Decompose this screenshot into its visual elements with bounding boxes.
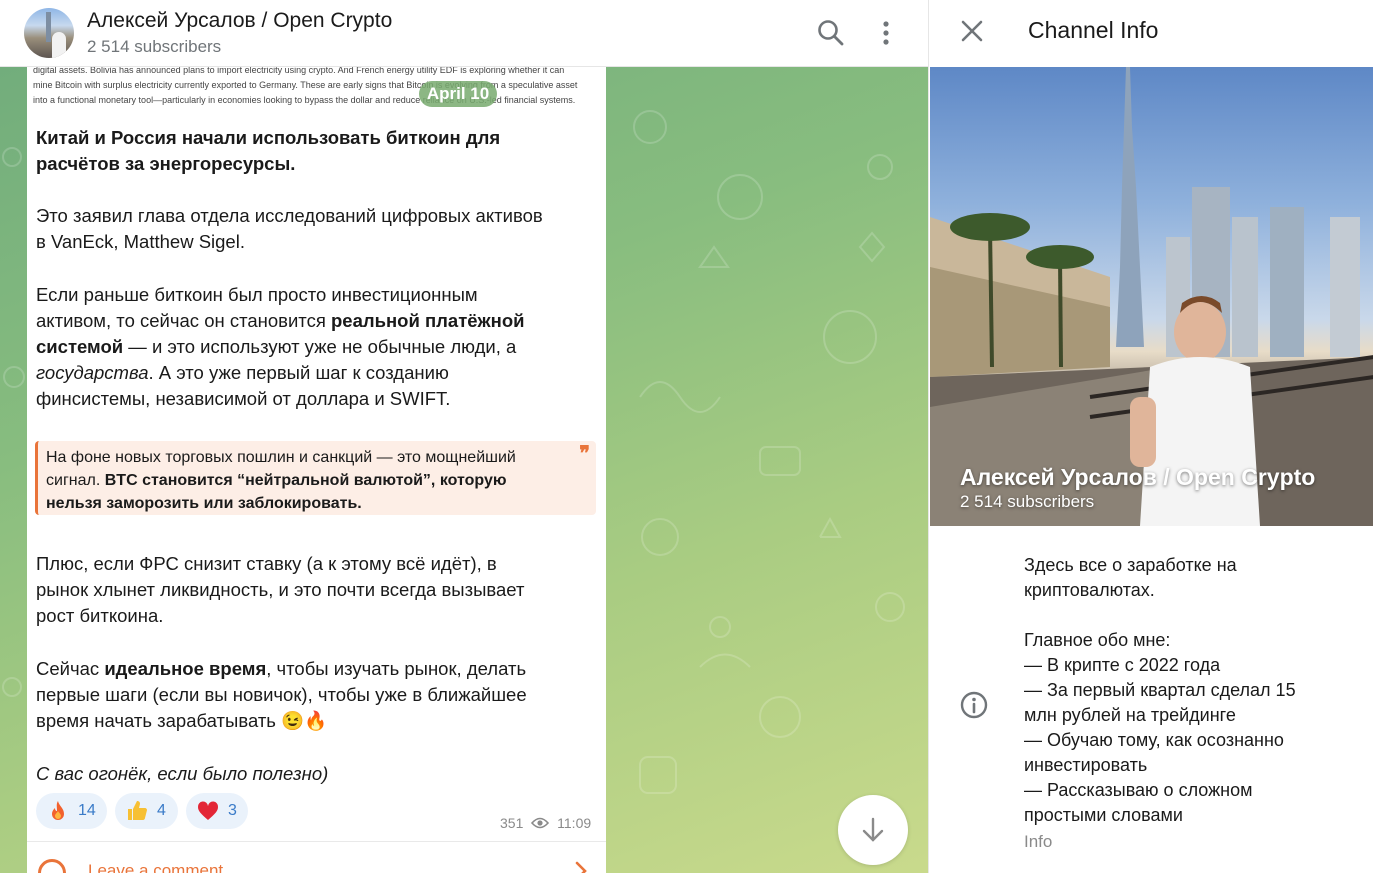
post-headline: Китай и Россия начали использовать битко… (36, 127, 501, 174)
views-count: 351 (500, 815, 524, 831)
more-vertical-icon[interactable] (870, 17, 902, 49)
post-closing: С вас огонёк, если было полезно) (36, 763, 329, 784)
quote-icon: ❞ (579, 443, 590, 465)
post-meta: 351 11:09 (500, 815, 591, 831)
scroll-down-button[interactable] (838, 795, 908, 865)
date-badge: April 10 (419, 81, 497, 107)
info-label: Info (1024, 832, 1053, 851)
eye-icon (531, 817, 550, 829)
info-icon (960, 691, 988, 719)
search-icon[interactable] (815, 17, 847, 49)
reaction-thumbs-up[interactable]: 4 (115, 793, 178, 829)
comment-divider (27, 841, 606, 842)
channel-title[interactable]: Алексей Урсалов / Open Crypto (87, 9, 392, 33)
channel-post: digital assets. Bolivia has announced pl… (27, 67, 606, 873)
post-paragraph-3: Плюс, если ФРС снизит ставку (а к этому … (36, 553, 525, 626)
photo-channel-title: Алексей Урсалов / Open Crypto (960, 464, 1316, 490)
channel-photo[interactable]: Алексей Урсалов / Open Crypto 2 514 subs… (930, 67, 1373, 526)
arrow-down-icon (862, 817, 884, 842)
chat-area[interactable]: digital assets. Bolivia has announced pl… (0, 67, 928, 873)
post-paragraph-4: Сейчас идеальное время, чтобы изучать ры… (36, 658, 527, 731)
heart-icon (197, 801, 219, 820)
post-paragraph-1: Это заявил глава отдела исследований циф… (36, 205, 543, 252)
post-image-snippet: digital assets. Bolivia has announced pl… (33, 67, 578, 105)
channel-avatar[interactable] (24, 8, 74, 58)
channel-subscribers: 2 514 subscribers (87, 37, 222, 56)
channel-info-panel: Channel Info Алексей Урсалов / Open Cryp… (928, 0, 1373, 873)
post-paragraph-2: Если раньше биткоин был просто инвестици… (36, 284, 525, 409)
chevron-right-icon (575, 861, 587, 873)
post-quote: На фоне новых торговых пошлин и санкций … (35, 441, 596, 515)
thumbs-up-icon (128, 801, 147, 820)
fire-icon (52, 801, 64, 820)
reaction-fire[interactable]: 14 (36, 793, 107, 829)
leave-comment-button[interactable]: Leave a comment (36, 857, 591, 873)
reaction-heart[interactable]: 3 (186, 793, 248, 829)
photo-subscribers: 2 514 subscribers (960, 492, 1095, 511)
comment-icon (38, 859, 66, 873)
chat-header: Алексей Урсалов / Open Crypto 2 514 subs… (0, 0, 928, 67)
post-time: 11:09 (557, 815, 592, 831)
close-icon[interactable] (959, 18, 985, 44)
panel-title: Channel Info (1028, 17, 1159, 43)
channel-description: Здесь все о заработке на криптовалютах. … (1024, 555, 1296, 825)
